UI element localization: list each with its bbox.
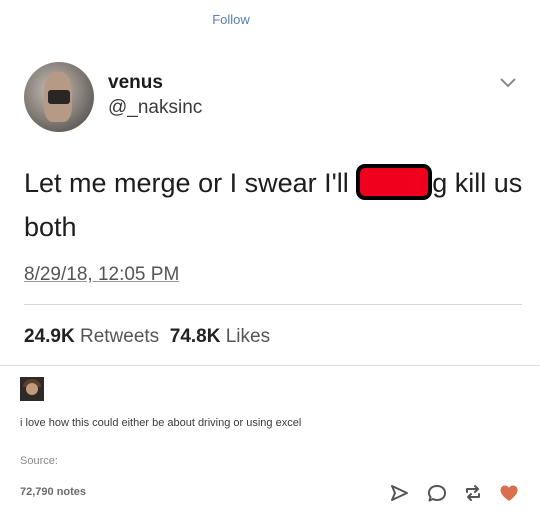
tweet-text: Let me merge or I swear I'll g kill us b… <box>24 162 524 249</box>
retweets-label: Retweets <box>79 326 160 347</box>
tweet-timestamp[interactable]: 8/29/18, 12:05 PM <box>24 264 179 286</box>
chevron-down-icon[interactable] <box>499 76 517 90</box>
reblog-icon[interactable] <box>462 482 484 504</box>
divider <box>0 365 540 366</box>
notes-count[interactable]: 72,790 notes <box>20 486 86 498</box>
retweets-count: 24.9K <box>24 326 75 347</box>
engagement-stats: 24.9K Retweets 74.8K Likes <box>24 326 270 348</box>
source-link[interactable]: Source: <box>20 455 58 467</box>
user-handle[interactable]: @_naksinc <box>108 97 202 119</box>
post-comment: i love how this could either be about dr… <box>20 417 302 429</box>
likes-label: Likes <box>225 326 271 347</box>
tweet-text-before: Let me merge or I swear I'll <box>24 168 357 198</box>
reply-icon[interactable] <box>426 482 448 504</box>
heart-icon[interactable] <box>498 482 520 504</box>
redaction-box <box>356 163 433 200</box>
divider <box>24 304 522 305</box>
avatar[interactable] <box>24 62 94 132</box>
commenter-avatar[interactable] <box>20 377 44 401</box>
likes-count: 74.8K <box>169 326 221 347</box>
send-icon[interactable] <box>388 482 410 504</box>
display-name[interactable]: venus <box>108 72 163 94</box>
follow-link[interactable]: Follow <box>0 12 462 27</box>
